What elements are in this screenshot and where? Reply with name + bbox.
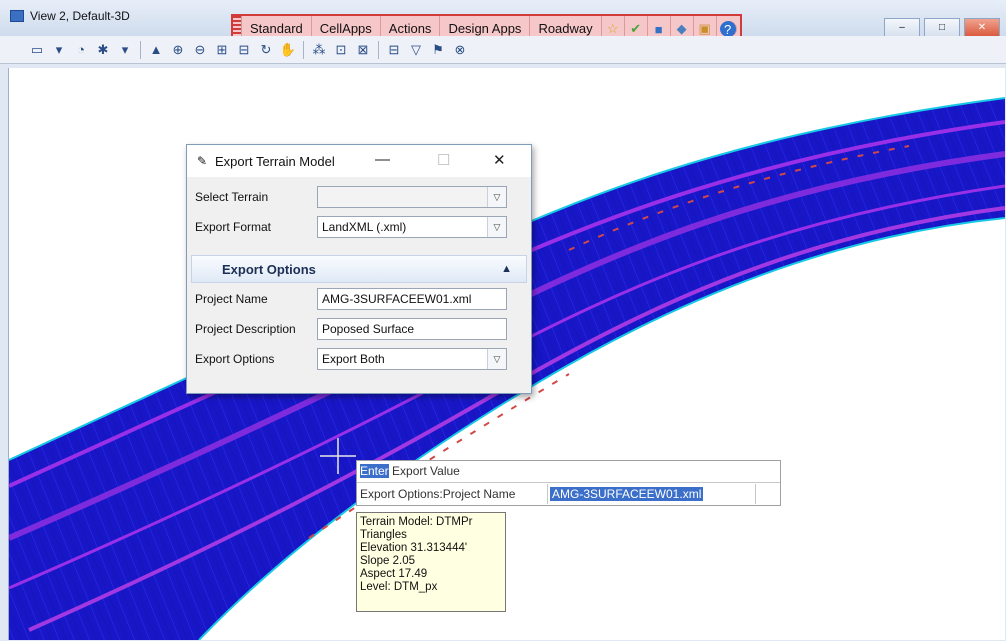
help-icon[interactable]: ? xyxy=(719,21,737,37)
dialog-minimize-button[interactable]: — xyxy=(375,151,390,168)
copy-view-icon[interactable]: ⊠ xyxy=(354,41,372,59)
dropdown-arrow-icon[interactable]: ▾ xyxy=(50,41,68,59)
walk-icon[interactable]: ⚑ xyxy=(429,41,447,59)
window-area-icon[interactable]: ⊞ xyxy=(213,41,231,59)
accudraw-prompt-box: Enter Export Value Export Options:Projec… xyxy=(356,460,781,506)
toolbar-separator xyxy=(378,40,379,59)
export-format-value: LandXML (.xml) xyxy=(322,220,407,234)
tooltip-line: Level: DTM_px xyxy=(360,581,438,593)
zoom-in-icon[interactable]: ⊕ xyxy=(169,41,187,59)
close-button[interactable]: ✕ xyxy=(964,18,1000,38)
export-options-section-header[interactable]: Export Options ▲ xyxy=(191,255,527,283)
toolbar-separator xyxy=(303,40,304,59)
view-titlebar: View 2, Default-3D Standard CellApps Act… xyxy=(0,0,1006,44)
view-title: View 2, Default-3D xyxy=(30,9,130,23)
window-controls: – □ ✕ xyxy=(884,18,1000,38)
view-next-icon[interactable]: ⊡ xyxy=(332,41,350,59)
dropdown-arrow-icon[interactable]: ▾ xyxy=(116,41,134,59)
clip-volume-icon[interactable]: ⊟ xyxy=(385,41,403,59)
export-format-dropdown[interactable]: LandXML (.xml) ▽ xyxy=(317,216,507,238)
tooltip-line: Terrain Model: DTMPr xyxy=(360,516,473,528)
export-format-label: Export Format xyxy=(195,220,272,234)
project-description-label: Project Description xyxy=(195,322,296,336)
export-terrain-model-dialog: ✎ Export Terrain Model — ☐ ✕ Select Terr… xyxy=(186,144,532,394)
dialog-close-button[interactable]: ✕ xyxy=(493,151,506,169)
prompt-text: Export Value xyxy=(388,464,460,478)
update-view-icon[interactable]: ▲ xyxy=(147,41,165,59)
chevron-down-icon[interactable]: ▽ xyxy=(487,187,506,207)
maximize-button[interactable]: □ xyxy=(924,18,960,38)
tooltip-line: Slope 2.05 xyxy=(360,555,415,567)
project-name-input[interactable]: AMG-3SURFACEEW01.xml xyxy=(317,288,507,310)
export-options-value: Export Both xyxy=(322,352,385,366)
view-attributes-icon[interactable]: ▭ xyxy=(28,41,46,59)
project-description-input[interactable]: Poposed Surface xyxy=(317,318,507,340)
prompt-field-label: Export Options:Project Name xyxy=(360,487,516,501)
crosshair-cursor-icon xyxy=(318,430,358,479)
rotate-view-icon[interactable]: ↻ xyxy=(257,41,275,59)
view-title-group: View 2, Default-3D xyxy=(10,9,130,23)
dialog-title: Export Terrain Model xyxy=(215,153,335,169)
minimize-button[interactable]: – xyxy=(884,18,920,38)
tooltip-line: Elevation 31.313444' xyxy=(360,542,468,554)
export-options-row: Export Options Export Both ▽ xyxy=(195,347,521,371)
view-window-icon xyxy=(10,10,24,22)
prompt-highlight: Enter xyxy=(360,464,389,478)
select-terrain-dropdown[interactable]: ▽ xyxy=(317,186,507,208)
section-title: Export Options xyxy=(222,261,316,277)
zoom-out-icon[interactable]: ⊖ xyxy=(191,41,209,59)
select-terrain-label: Select Terrain xyxy=(195,190,269,204)
chevron-down-icon[interactable]: ▽ xyxy=(487,217,506,237)
dialog-maximize-button[interactable]: ☐ xyxy=(437,151,450,169)
view-previous-icon[interactable]: ⁂ xyxy=(310,41,328,59)
camera-icon[interactable]: ▽ xyxy=(407,41,425,59)
select-terrain-row: Select Terrain ▽ xyxy=(195,185,521,209)
fit-view-icon[interactable]: ⊟ xyxy=(235,41,253,59)
lighting-icon[interactable]: ✱ xyxy=(94,41,112,59)
tooltip-line: Triangles xyxy=(360,529,407,541)
display-style-icon[interactable]: ◔ xyxy=(72,41,90,59)
prompt-value-input[interactable]: AMG-3SURFACEEW01.xml xyxy=(547,484,756,504)
project-description-row: Project Description Poposed Surface xyxy=(195,317,521,341)
prompt-line: Enter Export Value xyxy=(357,461,780,483)
toggle-3d-icon[interactable]: ⊗ xyxy=(451,41,469,59)
project-name-label: Project Name xyxy=(195,292,268,306)
terrain-tool-icon: ✎ xyxy=(197,154,208,168)
export-options-dropdown[interactable]: Export Both ▽ xyxy=(317,348,507,370)
prompt-value-row: Export Options:Project Name AMG-3SURFACE… xyxy=(357,483,780,505)
element-info-tooltip: Terrain Model: DTMPr Triangles Elevation… xyxy=(356,512,506,612)
export-format-row: Export Format LandXML (.xml) ▽ xyxy=(195,215,521,239)
project-name-row: Project Name AMG-3SURFACEEW01.xml xyxy=(195,287,521,311)
toolbar-separator xyxy=(140,40,141,59)
chevron-down-icon[interactable]: ▽ xyxy=(487,349,506,369)
export-options-label: Export Options xyxy=(195,352,275,366)
pan-view-icon[interactable]: ✋ xyxy=(279,41,297,59)
prompt-value-text: AMG-3SURFACEEW01.xml xyxy=(550,487,704,501)
dialog-titlebar[interactable]: ✎ Export Terrain Model — ☐ ✕ xyxy=(187,145,531,177)
view-toolbar: ▭ ▾ ◔ ✱ ▾ ▲ ⊕ ⊖ ⊞ ⊟ ↻ ✋ ⁂ ⊡ ⊠ ⊟ ▽ ⚑ ⊗ xyxy=(0,36,1006,64)
tooltip-line: Aspect 17.49 xyxy=(360,568,428,580)
collapse-chevron-icon[interactable]: ▲ xyxy=(501,263,512,275)
